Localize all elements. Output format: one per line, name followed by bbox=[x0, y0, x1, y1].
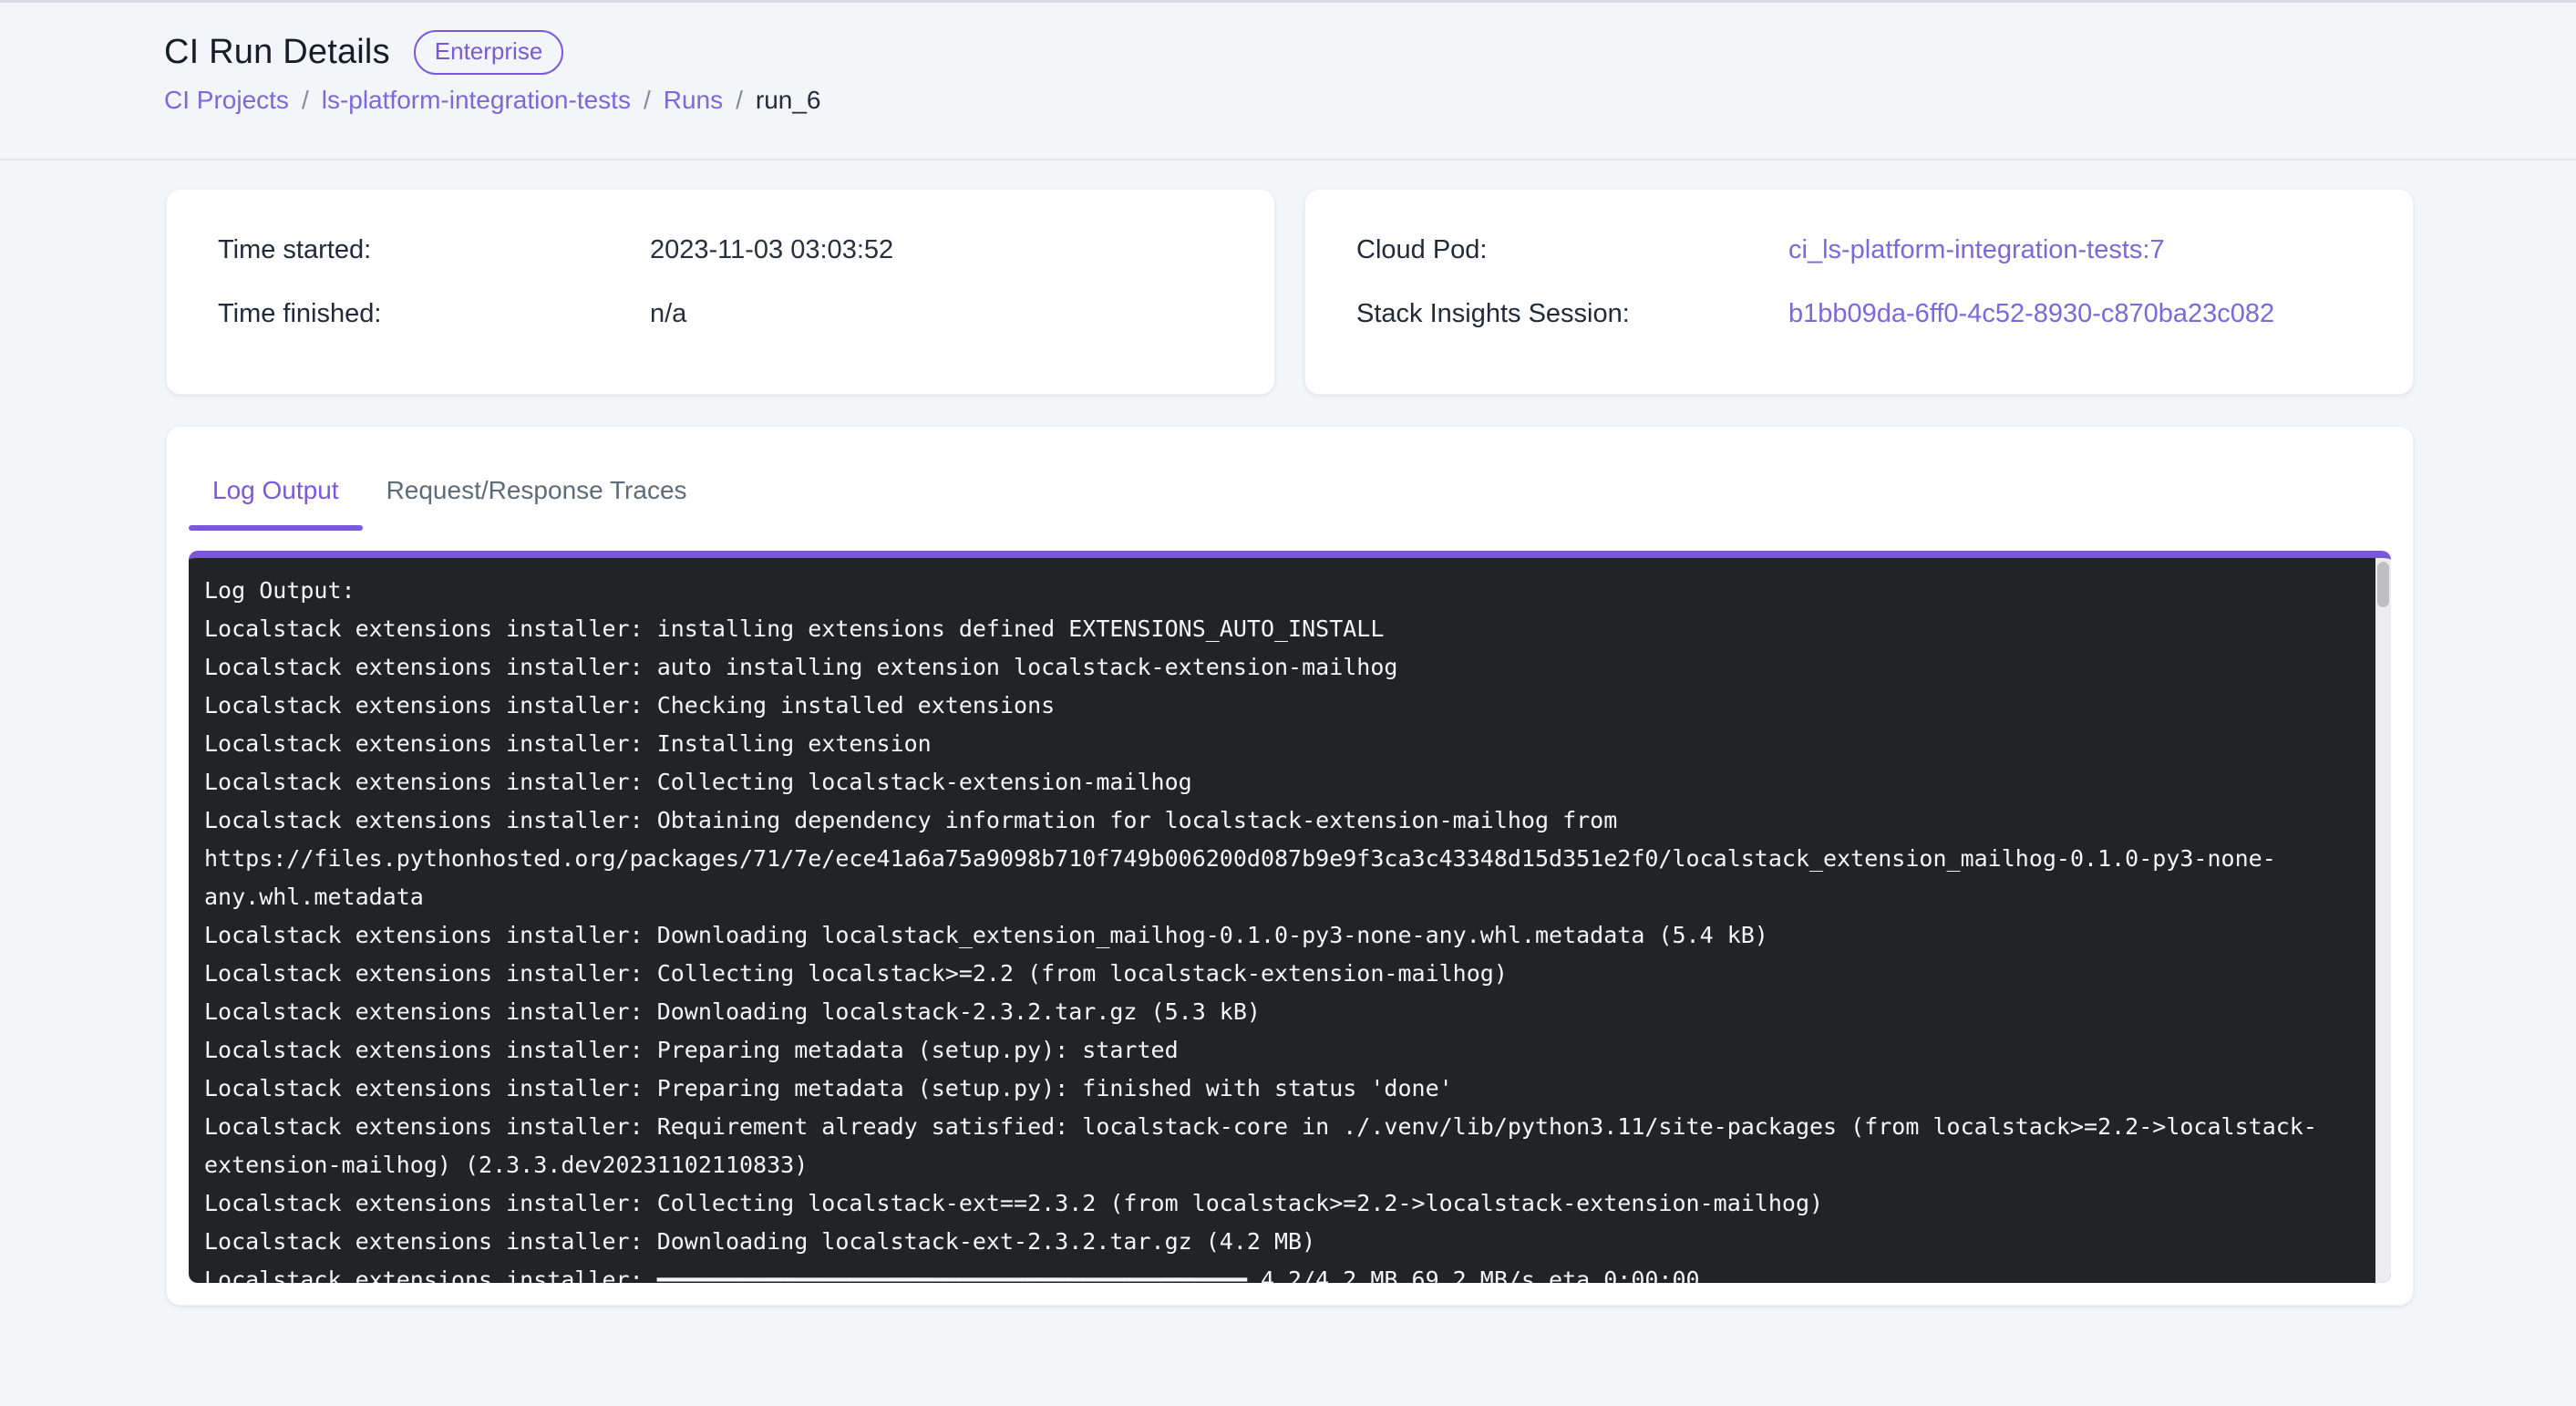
summary-cards-row: Time started: 2023-11-03 03:03:52 Time f… bbox=[166, 189, 2414, 395]
time-finished-value: n/a bbox=[650, 299, 686, 329]
log-line: Localstack extensions installer: Checkin… bbox=[204, 687, 2373, 725]
log-line: Localstack extensions installer: Downloa… bbox=[204, 916, 2373, 955]
scrollbar-track[interactable] bbox=[2375, 558, 2391, 1283]
breadcrumb-separator: / bbox=[644, 86, 651, 115]
stack-insights-label: Stack Insights Session: bbox=[1356, 299, 1788, 329]
time-started-row: Time started: 2023-11-03 03:03:52 bbox=[218, 235, 1223, 265]
log-output-card: Log Output Request/Response Traces Log O… bbox=[166, 426, 2414, 1306]
breadcrumb-current-run: run_6 bbox=[756, 86, 821, 115]
log-line: Localstack extensions installer: auto in… bbox=[204, 648, 2373, 687]
breadcrumb-link-project[interactable]: ls-platform-integration-tests bbox=[322, 86, 631, 115]
run-links-card: Cloud Pod: ci_ls-platform-integration-te… bbox=[1304, 189, 2414, 395]
page-title: CI Run Details bbox=[164, 33, 390, 72]
enterprise-badge: Enterprise bbox=[414, 30, 564, 75]
log-line: Localstack extensions installer: Require… bbox=[204, 1108, 2373, 1146]
tab-request-response-traces[interactable]: Request/Response Traces bbox=[363, 449, 711, 531]
page-header: CI Run Details Enterprise CI Projects / … bbox=[0, 3, 2576, 160]
breadcrumb: CI Projects / ls-platform-integration-te… bbox=[164, 86, 2412, 115]
log-line: Localstack extensions installer: Obtaini… bbox=[204, 801, 2373, 840]
main-content: Time started: 2023-11-03 03:03:52 Time f… bbox=[0, 160, 2576, 1306]
tab-log-output[interactable]: Log Output bbox=[189, 449, 363, 531]
scrollbar-thumb[interactable] bbox=[2377, 562, 2389, 607]
log-line: Localstack extensions installer: ━━━━━━━… bbox=[204, 1261, 2373, 1283]
log-line: Log Output: bbox=[204, 572, 2373, 610]
log-line: Localstack extensions installer: Prepari… bbox=[204, 1031, 2373, 1070]
log-lines: Log Output:Localstack extensions install… bbox=[189, 558, 2373, 1283]
log-line: Localstack extensions installer: Collect… bbox=[204, 1184, 2373, 1223]
run-times-card: Time started: 2023-11-03 03:03:52 Time f… bbox=[166, 189, 1275, 395]
breadcrumb-separator: / bbox=[302, 86, 309, 115]
log-line: Localstack extensions installer: Collect… bbox=[204, 763, 2373, 801]
log-line: any.whl.metadata bbox=[204, 878, 2373, 916]
tabs: Log Output Request/Response Traces bbox=[189, 449, 2391, 531]
log-line: Localstack extensions installer: Install… bbox=[204, 725, 2373, 763]
breadcrumb-link-ci-projects[interactable]: CI Projects bbox=[164, 86, 289, 115]
log-line: Localstack extensions installer: Downloa… bbox=[204, 1223, 2373, 1261]
title-row: CI Run Details Enterprise bbox=[164, 30, 2412, 75]
log-line: Localstack extensions installer: Downloa… bbox=[204, 993, 2373, 1031]
time-finished-row: Time finished: n/a bbox=[218, 299, 1223, 329]
stack-insights-session-link[interactable]: b1bb09da-6ff0-4c52-8930-c870ba23c082 bbox=[1788, 299, 2274, 329]
time-started-label: Time started: bbox=[218, 235, 650, 265]
stack-insights-row: Stack Insights Session: b1bb09da-6ff0-4c… bbox=[1356, 299, 2362, 329]
log-line: Localstack extensions installer: Collect… bbox=[204, 955, 2373, 993]
breadcrumb-separator: / bbox=[736, 86, 743, 115]
time-started-value: 2023-11-03 03:03:52 bbox=[650, 235, 893, 265]
log-line: extension-mailhog) (2.3.3.dev20231102110… bbox=[204, 1146, 2373, 1184]
log-line: Localstack extensions installer: Prepari… bbox=[204, 1070, 2373, 1108]
breadcrumb-link-runs[interactable]: Runs bbox=[664, 86, 723, 115]
log-line: https://files.pythonhosted.org/packages/… bbox=[204, 840, 2373, 878]
cloud-pod-label: Cloud Pod: bbox=[1356, 235, 1788, 265]
cloud-pod-link[interactable]: ci_ls-platform-integration-tests:7 bbox=[1788, 235, 2165, 265]
log-line: Localstack extensions installer: install… bbox=[204, 610, 2373, 648]
log-terminal[interactable]: Log Output:Localstack extensions install… bbox=[189, 551, 2391, 1283]
time-finished-label: Time finished: bbox=[218, 299, 650, 329]
cloud-pod-row: Cloud Pod: ci_ls-platform-integration-te… bbox=[1356, 235, 2362, 265]
